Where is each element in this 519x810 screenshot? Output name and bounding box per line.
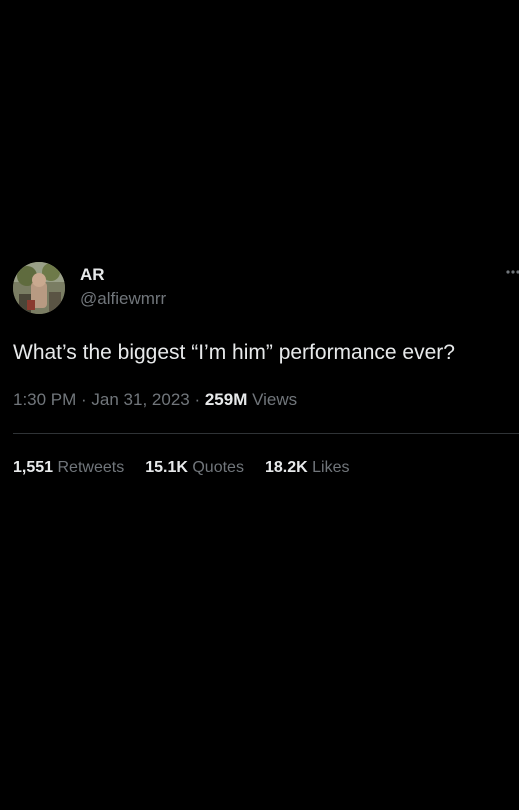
author-handle[interactable]: @alfiewmrr bbox=[80, 289, 166, 309]
views-label: Views bbox=[252, 390, 298, 409]
tweet-text: What’s the biggest “I’m him” performance… bbox=[13, 341, 455, 364]
likes-count: 18.2K bbox=[264, 459, 308, 476]
tweet-time[interactable]: 1:30 PM bbox=[13, 390, 76, 409]
profile-photo-icon bbox=[13, 262, 65, 314]
likes-stat[interactable]: 18.2K Likes bbox=[265, 457, 350, 479]
retweets-stat[interactable]: 1,551 Retweets bbox=[13, 457, 124, 479]
quotes-count: 15.1K bbox=[145, 459, 188, 476]
tweet-detail: AR @alfiewmrr What’s the biggest “I’m hi… bbox=[0, 0, 519, 810]
retweets-label: Retweets bbox=[57, 459, 125, 476]
avatar[interactable] bbox=[13, 262, 65, 314]
retweets-count: 1,551 bbox=[13, 459, 54, 476]
likes-label: Likes bbox=[312, 459, 350, 476]
engagement-stats: 1,551 Retweets 15.1K Quotes 18.2K Likes bbox=[13, 457, 370, 479]
views-count: 259M bbox=[204, 390, 248, 409]
tweet-meta: 1:30 PM · Jan 31, 2023 · 259M Views bbox=[13, 389, 297, 411]
meta-separator: · bbox=[189, 390, 205, 409]
tweet-date[interactable]: Jan 31, 2023 bbox=[91, 390, 189, 409]
divider bbox=[13, 433, 519, 434]
quotes-label: Quotes bbox=[192, 459, 244, 476]
more-options-icon[interactable] bbox=[505, 264, 519, 280]
quotes-stat[interactable]: 15.1K Quotes bbox=[145, 457, 244, 479]
author-display-name[interactable]: AR bbox=[80, 265, 105, 285]
meta-separator: · bbox=[76, 390, 92, 409]
